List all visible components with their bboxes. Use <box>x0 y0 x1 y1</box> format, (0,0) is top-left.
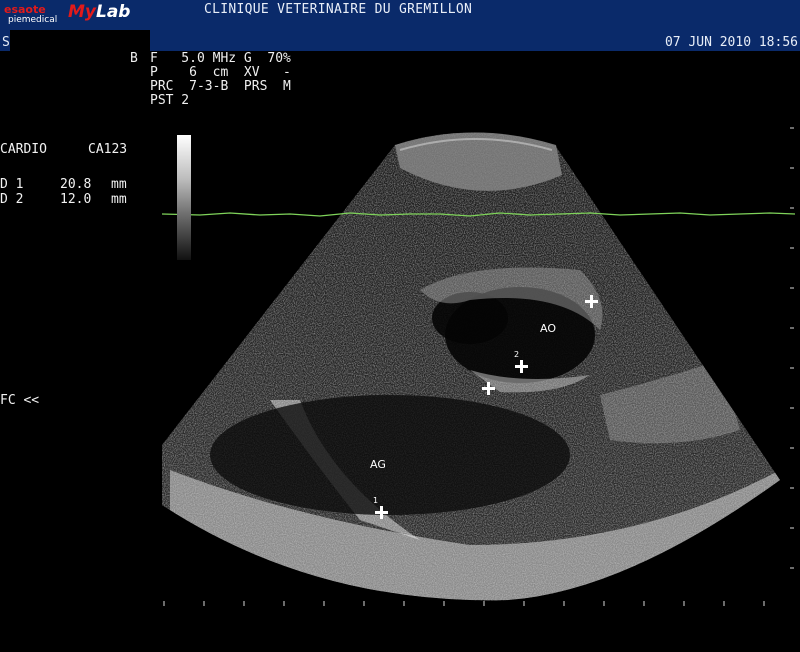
chamber-ag <box>210 395 570 515</box>
measurement-d1-label: D 1 <box>0 177 24 192</box>
measurement-d1-value: 20.8 <box>60 177 92 192</box>
caliper-cross-icon[interactable] <box>482 382 495 395</box>
measurement-d1-unit: mm <box>111 177 127 192</box>
width-scale <box>163 601 765 606</box>
fc-indicator: FC << <box>0 393 40 408</box>
caliper-cross-icon[interactable] <box>375 506 388 519</box>
measurement-d2-unit: mm <box>111 192 127 207</box>
measurement-d2-value: 12.0 <box>60 192 92 207</box>
caliper-cross-icon[interactable] <box>515 360 528 373</box>
param-line-3: PRC 7-3-B PRS M <box>150 79 291 94</box>
depth-scale <box>790 127 794 569</box>
caliper-number-1: 1 <box>373 496 379 505</box>
measurement-d2-label: D 2 <box>0 192 24 207</box>
label-ag: AG <box>370 458 386 471</box>
exam-mode: CARDIO <box>0 142 47 157</box>
b-mode-indicator: B <box>130 51 138 66</box>
caliper-cross-icon[interactable] <box>585 295 598 308</box>
ultrasound-image <box>161 127 796 606</box>
label-ao: AO <box>540 322 556 335</box>
param-line-4: PST 2 <box>150 93 190 108</box>
param-line-1: F 5.0 MHz G 70% <box>150 51 291 66</box>
probe-id: CA123 <box>88 142 128 157</box>
caliper-number-2: 2 <box>514 350 520 359</box>
grayscale-bar <box>177 135 191 260</box>
param-line-2: P 6 cm XV - <box>150 65 291 80</box>
